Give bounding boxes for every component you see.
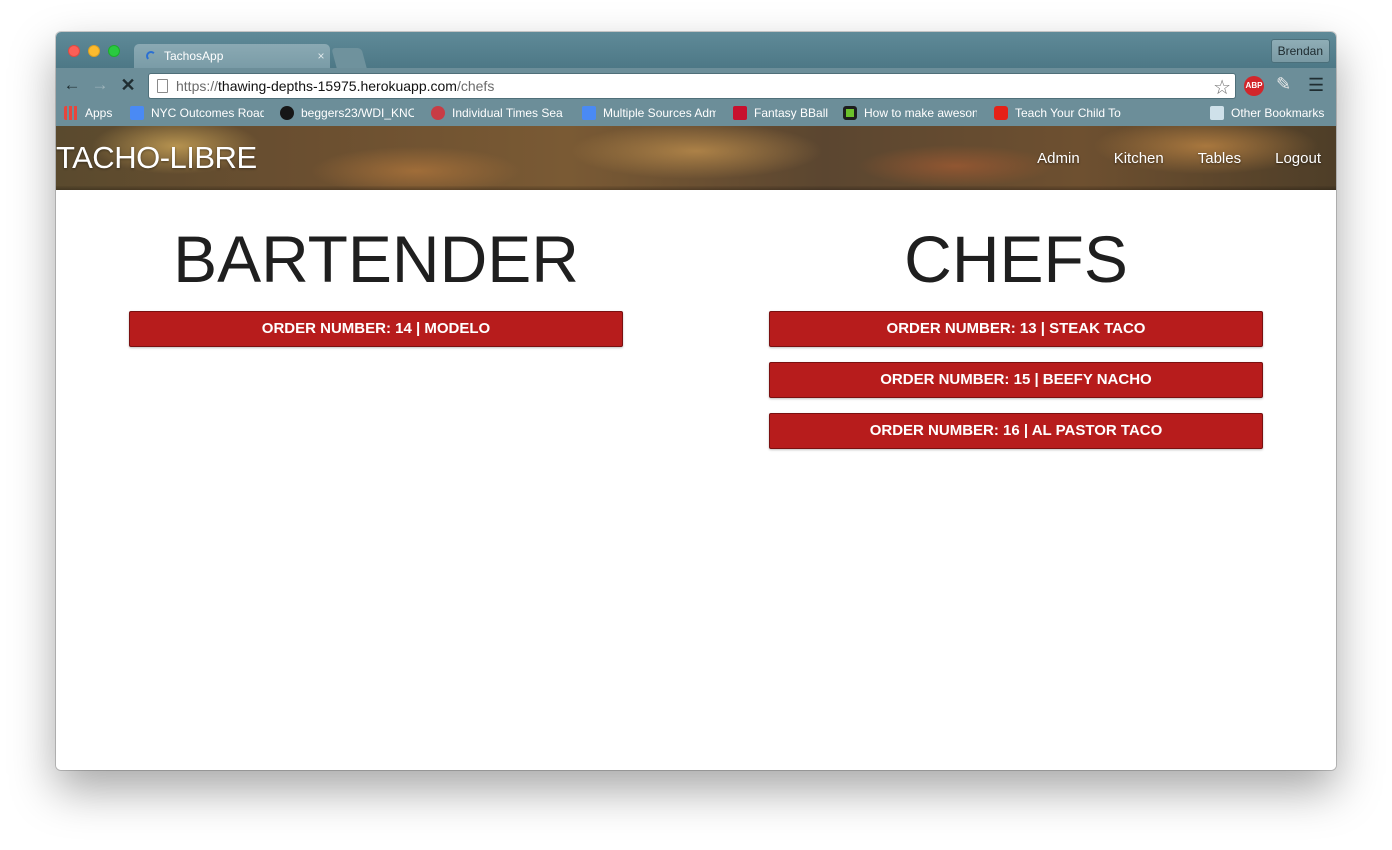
tab-strip: TachosApp × Brendan xyxy=(56,32,1336,68)
youtube-icon xyxy=(994,106,1008,120)
page-content: TACHO-LIBRE Admin Kitchen Tables Logout … xyxy=(56,126,1336,770)
order-button[interactable]: ORDER NUMBER: 14 | MODELO xyxy=(129,311,623,347)
abp-icon[interactable]: ABP xyxy=(1244,76,1264,96)
window-maximize-button[interactable] xyxy=(108,45,120,57)
chefs-orders: ORDER NUMBER: 13 | STEAK TACO ORDER NUMB… xyxy=(696,311,1336,449)
tab-close-icon[interactable]: × xyxy=(312,49,330,63)
bookmark-label: Apps xyxy=(85,106,113,120)
bookmark-label: Fantasy BBall xyxy=(754,106,829,120)
bookmark-fantasy-bball[interactable]: Fantasy BBall xyxy=(733,106,833,120)
url-scheme: https:// xyxy=(176,78,219,94)
profile-button[interactable]: Brendan xyxy=(1270,39,1330,63)
nav-admin[interactable]: Admin xyxy=(1037,150,1080,167)
green-circle-icon xyxy=(843,106,857,120)
folder-icon xyxy=(1210,106,1224,120)
bookmark-label: Other Bookmarks xyxy=(1231,106,1325,120)
bartender-column: BARTENDER ORDER NUMBER: 14 | MODELO xyxy=(56,220,696,362)
page-icon xyxy=(157,79,168,93)
window-close-button[interactable] xyxy=(68,45,80,57)
apps-icon xyxy=(64,106,78,120)
nav-tables[interactable]: Tables xyxy=(1198,150,1241,167)
window-minimize-button[interactable] xyxy=(88,45,100,57)
bookmark-apps[interactable]: Apps xyxy=(64,106,124,120)
brand-logo[interactable]: TACHO-LIBRE xyxy=(56,140,257,176)
usa-swimming-icon xyxy=(431,106,445,120)
bookmark-how-to-make[interactable]: How to make aweson xyxy=(843,106,977,120)
bookmark-label: Individual Times Sea xyxy=(452,106,563,120)
bookmark-multiple-sources[interactable]: Multiple Sources Adm xyxy=(582,106,716,120)
google-doc-icon xyxy=(130,106,144,120)
espn-icon xyxy=(733,106,747,120)
address-bar[interactable]: https://thawing-depths-15975.herokuapp.c… xyxy=(148,73,1236,99)
bookmark-label: Teach Your Child To xyxy=(1015,106,1121,120)
bookmark-github[interactable]: beggers23/WDI_KNO xyxy=(280,106,414,120)
header-banner: TACHO-LIBRE Admin Kitchen Tables Logout xyxy=(56,126,1336,190)
bartender-title: BARTENDER xyxy=(173,222,579,296)
bookmark-label: Multiple Sources Adm xyxy=(603,106,716,120)
google-doc-icon xyxy=(582,106,596,120)
hamburger-menu-icon[interactable]: ☰ xyxy=(1308,75,1324,96)
stop-icon[interactable]: ✕ xyxy=(118,76,138,94)
eyedropper-icon[interactable]: ✎ xyxy=(1276,74,1291,95)
bookmark-individual-times[interactable]: Individual Times Sea xyxy=(431,106,565,120)
bookmark-label: beggers23/WDI_KNO xyxy=(301,106,414,120)
bookmark-teach-your-child[interactable]: Teach Your Child To xyxy=(994,106,1128,120)
back-arrow-icon[interactable]: ← xyxy=(62,76,82,94)
github-icon xyxy=(280,106,294,120)
order-button[interactable]: ORDER NUMBER: 15 | BEEFY NACHO xyxy=(769,362,1263,398)
url-path: /chefs xyxy=(456,78,495,94)
bookmark-nyc-outcomes[interactable]: NYC Outcomes Road xyxy=(130,106,264,120)
bookmark-label: How to make aweson xyxy=(864,106,977,120)
new-tab-button[interactable] xyxy=(331,48,367,68)
forward-arrow-icon[interactable]: → xyxy=(90,76,110,94)
browser-window: TachosApp × Brendan ← → ✕ https://thawin… xyxy=(56,32,1336,770)
other-bookmarks[interactable]: Other Bookmarks xyxy=(1210,106,1330,120)
order-button[interactable]: ORDER NUMBER: 13 | STEAK TACO xyxy=(769,311,1263,347)
main-nav: Admin Kitchen Tables Logout xyxy=(1037,150,1336,167)
chefs-column: CHEFS ORDER NUMBER: 13 | STEAK TACO ORDE… xyxy=(696,220,1336,464)
chefs-title: CHEFS xyxy=(904,222,1128,296)
bookmarks-bar: Apps NYC Outcomes Road beggers23/WDI_KNO… xyxy=(56,102,1336,126)
browser-tab[interactable]: TachosApp × xyxy=(134,44,330,68)
loading-spinner-icon xyxy=(146,51,156,61)
nav-logout[interactable]: Logout xyxy=(1275,150,1321,167)
bookmark-label: NYC Outcomes Road xyxy=(151,106,264,120)
order-button[interactable]: ORDER NUMBER: 16 | AL PASTOR TACO xyxy=(769,413,1263,449)
browser-toolbar: ← → ✕ https://thawing-depths-15975.herok… xyxy=(56,68,1336,102)
star-icon[interactable]: ☆ xyxy=(1213,75,1231,100)
nav-kitchen[interactable]: Kitchen xyxy=(1114,150,1164,167)
bartender-orders: ORDER NUMBER: 14 | MODELO xyxy=(56,311,696,347)
url-host: thawing-depths-15975.herokuapp.com xyxy=(218,78,457,94)
tab-title: TachosApp xyxy=(164,49,224,63)
